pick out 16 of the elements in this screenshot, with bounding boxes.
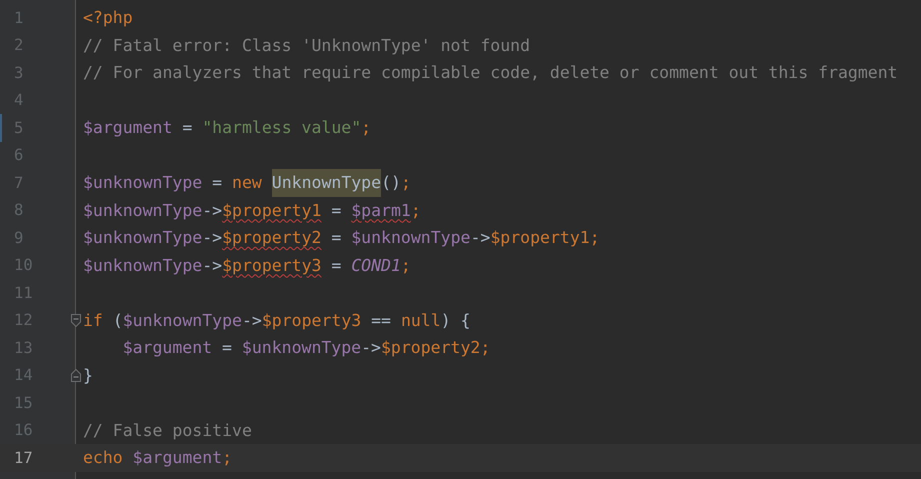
line-number: 17: [13, 448, 33, 467]
code-line: if ($unknownType->$property3 == null) {: [83, 310, 470, 332]
code-line: }: [83, 364, 93, 386]
code-line: $argument = "harmless value";: [83, 117, 372, 139]
code-line: // False positive: [83, 420, 252, 442]
code-line: // Fatal error: Class 'UnknownType' not found: [83, 34, 530, 56]
code-line: $unknownType->$property3 = COND1;: [83, 254, 411, 276]
code-line: echo $argument;: [83, 447, 232, 469]
code-line: $argument = $unknownType->$property2;: [122, 337, 490, 359]
code-line: $unknownType->$property1 = $parm1;: [83, 200, 421, 222]
fold-icon[interactable]: [71, 314, 81, 326]
code-line: $unknownType->$property2 = $unknownType->$property1;: [83, 227, 600, 249]
fold-icon[interactable]: [71, 368, 81, 382]
code-line: <?php: [83, 7, 133, 29]
code-line: // For analyzers that require compilable code, delete or comment out this fragment: [83, 62, 898, 84]
code-line: $unknownType = new UnknownType();: [83, 169, 411, 196]
